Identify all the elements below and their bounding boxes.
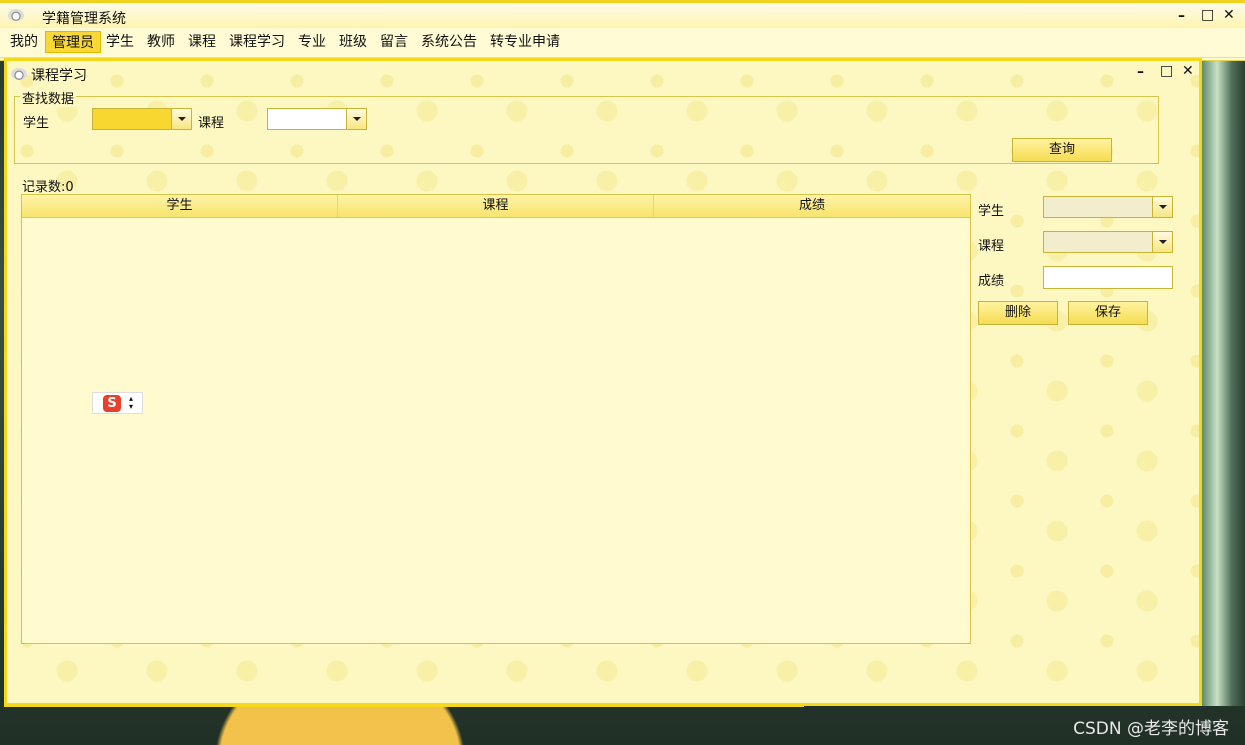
maximize-icon[interactable]: □ xyxy=(1201,8,1214,22)
app-icon xyxy=(8,9,24,21)
window-icon xyxy=(11,68,27,80)
watermark: CSDN @老李的博客 xyxy=(1073,719,1229,739)
window-bottom-edge xyxy=(4,703,804,707)
menu-item-teacher[interactable]: 教师 xyxy=(141,31,181,53)
menu-item-mine[interactable]: 我的 xyxy=(4,31,44,53)
grade-table[interactable]: 学生 课程 成绩 xyxy=(21,194,971,644)
menu-item-class[interactable]: 班级 xyxy=(333,31,373,53)
main-window: 学籍管理系统 – □ ✕ 我的 管理员 学生 教师 课程 课程学习 专业 班级 … xyxy=(0,0,1245,61)
column-header-score[interactable]: 成绩 xyxy=(654,195,970,217)
ime-menu-arrows-icon[interactable]: ▴ ▾ xyxy=(129,395,133,411)
chevron-down-icon[interactable] xyxy=(171,109,191,129)
minimize-icon[interactable]: – xyxy=(1178,9,1185,23)
chevron-down-icon[interactable] xyxy=(1152,232,1172,252)
edit-course-label: 课程 xyxy=(978,239,1005,254)
close-icon[interactable]: ✕ xyxy=(1182,64,1194,78)
search-course-select[interactable] xyxy=(267,108,367,130)
desktop-wallpaper-strip xyxy=(1202,56,1245,706)
edit-student-label: 学生 xyxy=(978,204,1005,219)
main-titlebar[interactable]: 学籍管理系统 – □ ✕ xyxy=(0,0,1245,28)
course-study-window: 课程学习 – □ ✕ 查找数据 学生 课程 查询 记录数:0 学生 课程 成绩 … xyxy=(4,58,1202,706)
menu-item-course[interactable]: 课程 xyxy=(182,31,222,53)
maximize-icon[interactable]: □ xyxy=(1160,64,1173,78)
column-header-course[interactable]: 课程 xyxy=(338,195,654,217)
app-title: 学籍管理系统 xyxy=(42,11,126,27)
inner-titlebar[interactable]: 课程学习 – □ ✕ xyxy=(7,61,1199,85)
close-icon[interactable]: ✕ xyxy=(1223,8,1235,22)
menubar: 我的 管理员 学生 教师 课程 课程学习 专业 班级 留言 系统公告 转专业申请 xyxy=(0,28,1245,58)
edit-score-label: 成绩 xyxy=(978,274,1005,289)
edit-student-select[interactable] xyxy=(1043,196,1173,218)
query-button[interactable]: 查询 xyxy=(1012,138,1112,162)
search-group: 查找数据 学生 课程 查询 xyxy=(14,88,1159,164)
chevron-down-icon[interactable] xyxy=(1152,197,1172,217)
delete-button[interactable]: 删除 xyxy=(978,301,1058,325)
search-course-label: 课程 xyxy=(198,116,225,131)
ime-logo-icon[interactable]: S xyxy=(103,395,121,412)
save-button[interactable]: 保存 xyxy=(1068,301,1148,325)
menu-item-message[interactable]: 留言 xyxy=(374,31,414,53)
search-student-select[interactable] xyxy=(92,108,192,130)
chevron-down-icon[interactable] xyxy=(346,109,366,129)
minimize-icon[interactable]: – xyxy=(1137,65,1144,79)
ime-toolbar[interactable]: S ▴ ▾ xyxy=(92,392,143,414)
score-input[interactable] xyxy=(1043,266,1173,289)
menu-item-transfer-major[interactable]: 转专业申请 xyxy=(484,31,566,53)
menu-item-course-study[interactable]: 课程学习 xyxy=(223,31,291,53)
menu-item-major[interactable]: 专业 xyxy=(292,31,332,53)
search-student-label: 学生 xyxy=(23,116,50,131)
menu-item-student[interactable]: 学生 xyxy=(100,31,140,53)
window-title: 课程学习 xyxy=(31,68,87,84)
search-legend: 查找数据 xyxy=(20,88,77,107)
menu-item-announcement[interactable]: 系统公告 xyxy=(415,31,483,53)
edit-course-select[interactable] xyxy=(1043,231,1173,253)
column-header-student[interactable]: 学生 xyxy=(22,195,338,217)
table-header: 学生 课程 成绩 xyxy=(22,195,970,218)
menu-item-admin[interactable]: 管理员 xyxy=(45,31,101,53)
record-count: 记录数:0 xyxy=(22,180,74,195)
